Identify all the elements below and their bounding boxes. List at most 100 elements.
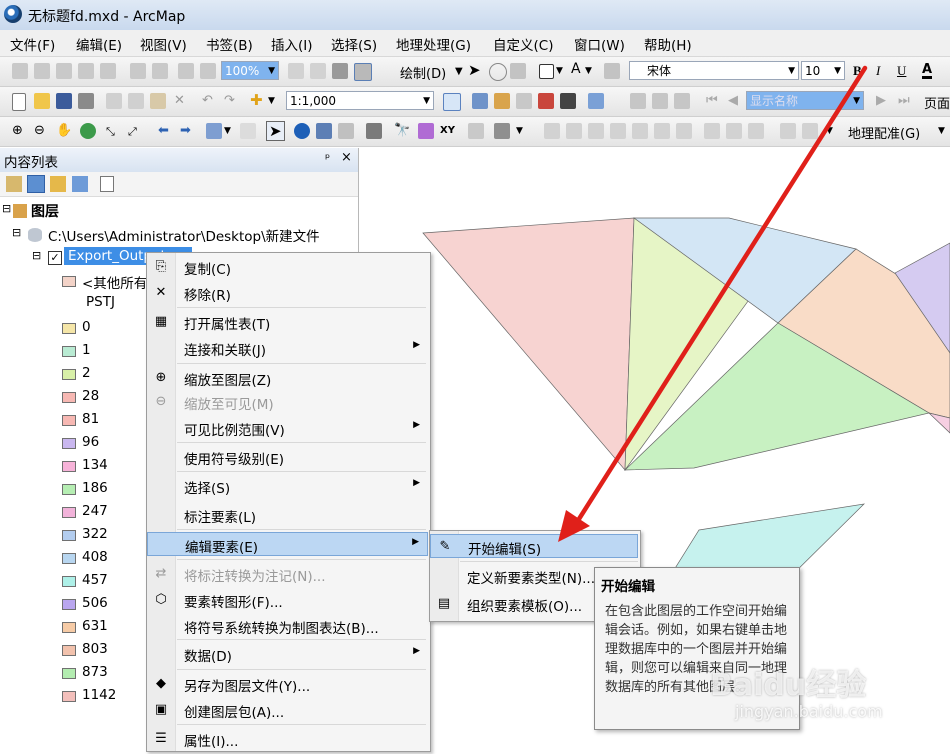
context-menu-item[interactable]: 使用符号级别(E) [147, 445, 428, 469]
legend-swatch[interactable] [62, 415, 76, 426]
time-slider-icon[interactable] [468, 123, 484, 139]
find-binoculars-icon[interactable]: 🔭 [394, 123, 410, 138]
zoom-out-page-icon[interactable] [34, 63, 50, 79]
context-menu-item[interactable]: 连接和关联(J) ▶ [147, 336, 428, 360]
topology-tool5-icon[interactable] [802, 123, 818, 139]
legend-swatch[interactable] [62, 553, 76, 564]
rotate-icon[interactable] [489, 63, 507, 81]
zoom-in-page-icon[interactable] [12, 63, 28, 79]
context-menu-item[interactable]: 将符号系统转换为制图表达(B)... [147, 614, 428, 638]
network-tool2-icon[interactable] [566, 123, 582, 139]
datasource-path[interactable]: C:\Users\Administrator\Desktop\新建文件 [48, 225, 320, 245]
context-menu-item[interactable]: ▦ 打开属性表(T) [147, 310, 428, 334]
cut-icon[interactable] [106, 93, 122, 109]
topology-tool-icon[interactable] [704, 123, 720, 139]
marker-icon[interactable] [604, 63, 620, 79]
context-menu-item[interactable]: 可见比例范围(V) ▶ [147, 416, 428, 440]
go-to-xy-icon[interactable]: XY [440, 125, 455, 136]
arctoolbox-icon[interactable] [538, 93, 554, 109]
zoom-whole-page-icon[interactable] [510, 63, 526, 79]
scale-combo[interactable]: 1:1,000 ▼ [286, 91, 434, 110]
pan-page-icon[interactable] [56, 63, 72, 79]
search-window-icon[interactable] [516, 93, 532, 109]
menu-selection[interactable]: 选择(S) [331, 34, 377, 54]
toggle-draft-icon[interactable] [288, 63, 304, 79]
menu-geoprocessing[interactable]: 地理处理(G) [396, 34, 471, 54]
bold-button[interactable]: B [853, 63, 862, 79]
underline-button[interactable]: U [897, 63, 906, 79]
menu-help[interactable]: 帮助(H) [644, 34, 692, 54]
legend-swatch[interactable] [62, 392, 76, 403]
collapse-layer-icon[interactable]: ⊟ [32, 249, 41, 262]
prev-page-icon[interactable]: ◀ [728, 93, 738, 108]
full-page-icon[interactable] [78, 63, 94, 79]
forward-extent-icon[interactable] [200, 63, 216, 79]
change-layout-icon[interactable] [332, 63, 348, 79]
network-tool4-icon[interactable] [610, 123, 626, 139]
layer-visibility-checkbox[interactable]: ✓ [48, 251, 62, 265]
network-tool6-icon[interactable] [654, 123, 670, 139]
zoom-combo[interactable]: 100% ▼ [221, 61, 279, 80]
pan-hand-icon[interactable]: ✋ [56, 123, 72, 138]
menu-insert[interactable]: 插入(I) [271, 34, 313, 54]
data-driven-pages-icon[interactable] [354, 63, 372, 81]
legend-swatch[interactable] [62, 599, 76, 610]
context-menu-item[interactable]: ⎘ 复制(C) [147, 255, 428, 279]
clear-selection-icon[interactable] [240, 123, 256, 139]
model-builder-icon[interactable] [588, 93, 604, 109]
list-by-source-icon[interactable] [27, 175, 45, 193]
topology-tool3-icon[interactable] [748, 123, 764, 139]
toolbar-overflow-icon[interactable]: ▼ [826, 126, 833, 136]
zoom-in-icon[interactable]: ⊕ [12, 123, 23, 138]
python-window-icon[interactable] [560, 93, 576, 109]
font-combo[interactable]: 宋体 ▼ [629, 61, 799, 80]
identify-icon[interactable] [294, 123, 310, 139]
context-menu-item[interactable]: 编辑要素(E) ▶ [147, 532, 428, 556]
draw-menu[interactable]: 绘制(D) [400, 63, 446, 82]
close-panel-button[interactable]: × [341, 150, 352, 165]
legend-swatch[interactable] [62, 530, 76, 541]
legend-swatch[interactable] [62, 622, 76, 633]
font-color-button[interactable]: A [922, 63, 933, 79]
context-menu-item[interactable]: ◆ 另存为图层文件(Y)... [147, 672, 428, 696]
legend-swatch[interactable] [62, 668, 76, 679]
legend-swatch[interactable] [62, 438, 76, 449]
page-label[interactable]: 页面 [924, 93, 950, 112]
rectangle-arrow-icon[interactable]: ▼ [556, 66, 563, 76]
menu-bookmarks[interactable]: 书签(B) [206, 34, 253, 54]
legend-swatch[interactable] [62, 461, 76, 472]
legend-swatch[interactable] [62, 484, 76, 495]
text-arrow-icon[interactable]: ▼ [585, 66, 592, 76]
toc-window-icon[interactable] [472, 93, 488, 109]
editor-toolbar-icon[interactable] [443, 93, 461, 111]
menu-customize[interactable]: 自定义(C) [493, 34, 553, 54]
context-menu-item[interactable]: ⊕ 缩放至图层(Z) [147, 366, 428, 390]
viewer-arrow-icon[interactable]: ▼ [516, 126, 523, 136]
legend-swatch[interactable] [62, 576, 76, 587]
paste-icon[interactable] [150, 93, 166, 109]
select-features-arrow-icon[interactable]: ▼ [224, 126, 231, 136]
find-route-icon[interactable] [418, 123, 434, 139]
delete-icon[interactable]: ✕ [174, 93, 185, 108]
context-menu-item[interactable]: ▣ 创建图层包(A)... [147, 698, 428, 722]
new-document-icon[interactable] [12, 93, 26, 111]
list-by-drawing-order-icon[interactable] [6, 176, 22, 192]
context-menu-item[interactable]: 标注要素(L) [147, 503, 428, 527]
create-viewer-icon[interactable] [494, 123, 510, 139]
focus-frame-icon[interactable] [310, 63, 326, 79]
open-icon[interactable] [34, 93, 50, 109]
network-tool3-icon[interactable] [588, 123, 604, 139]
first-page-icon[interactable]: ⏮ [706, 93, 718, 108]
font-size-combo[interactable]: 10 ▼ [801, 61, 845, 80]
full-extent-icon[interactable] [80, 123, 96, 139]
menu-view[interactable]: 视图(V) [140, 34, 187, 54]
submenu-item[interactable]: ✎ 开始编辑(S) [430, 534, 638, 558]
copy-toolbar-icon[interactable] [128, 93, 144, 109]
georeferencing-menu[interactable]: 地理配准(G) [848, 123, 920, 142]
add-data-arrow-icon[interactable]: ▼ [268, 96, 275, 106]
previous-extent-icon[interactable]: ⬅ [158, 123, 169, 138]
zoom-100-icon[interactable] [100, 63, 116, 79]
context-menu-item[interactable]: ✕ 移除(R) [147, 281, 428, 305]
context-menu-item[interactable]: 数据(D) ▶ [147, 642, 428, 666]
italic-button[interactable]: I [876, 63, 880, 79]
